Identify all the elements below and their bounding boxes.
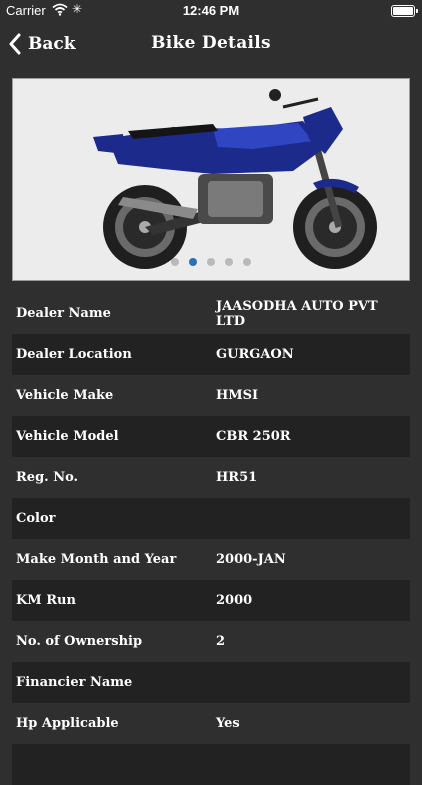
detail-row-make-month-year: Make Month and Year 2000-JAN: [12, 539, 410, 580]
battery-icon: [391, 5, 418, 17]
detail-label: Vehicle Make: [16, 388, 114, 403]
bike-details-table: Dealer Name JAASODHA AUTO PVT LTD Dealer…: [12, 293, 410, 785]
detail-value: CBR 250R: [216, 429, 291, 444]
detail-label: Dealer Name: [16, 306, 111, 321]
detail-value: 2: [216, 634, 226, 649]
detail-value: JAASODHA AUTO PVT LTD: [216, 298, 378, 329]
detail-label: Color: [16, 511, 56, 526]
detail-row-reg-no: Reg. No. HR51: [12, 457, 410, 498]
detail-row-km-run: KM Run 2000: [12, 580, 410, 621]
detail-value: HMSI: [216, 388, 259, 403]
detail-row-vehicle-model: Vehicle Model CBR 250R: [12, 416, 410, 457]
detail-row-dealer-name: Dealer Name JAASODHA AUTO PVT LTD: [12, 293, 410, 334]
detail-label: Financier Name: [16, 675, 133, 690]
detail-label: Make Month and Year: [16, 552, 177, 567]
bike-image-carousel[interactable]: [12, 78, 410, 281]
page-title: Bike Details: [151, 33, 271, 53]
motorcycle-image: [13, 79, 409, 280]
detail-row-dealer-location: Dealer Location GURGAON: [12, 334, 410, 375]
detail-label: Reg. No.: [16, 470, 79, 485]
page-dot[interactable]: [225, 258, 233, 266]
detail-label: Vehicle Model: [16, 429, 119, 444]
status-bar: Carrier ✳ 12:46 PM: [0, 0, 422, 22]
clock: 12:46 PM: [182, 3, 240, 18]
detail-label: No. of Ownership: [16, 634, 143, 649]
detail-label: KM Run: [16, 593, 76, 608]
page-dot-active[interactable]: [189, 258, 197, 266]
navigation-bar: Back Bike Details: [0, 22, 422, 66]
detail-row-vehicle-make: Vehicle Make HMSI: [12, 375, 410, 416]
detail-value: 2000: [216, 593, 253, 608]
detail-row-financier-name: Financier Name: [12, 662, 410, 703]
page-dot[interactable]: [171, 258, 179, 266]
detail-label: Hp Applicable: [16, 716, 119, 731]
detail-value: GURGAON: [216, 347, 294, 362]
detail-row-partial: [12, 744, 410, 785]
detail-value: Yes: [216, 716, 240, 731]
page-dot[interactable]: [207, 258, 215, 266]
detail-row-ownership: No. of Ownership 2: [12, 621, 410, 662]
page-dot[interactable]: [243, 258, 251, 266]
carousel-page-indicator[interactable]: [13, 258, 409, 266]
detail-row-hp-applicable: Hp Applicable Yes: [12, 703, 410, 744]
detail-value: HR51: [216, 470, 258, 485]
detail-row-color: Color: [12, 498, 410, 539]
detail-label: Dealer Location: [16, 347, 132, 362]
detail-value: 2000-JAN: [216, 552, 286, 567]
